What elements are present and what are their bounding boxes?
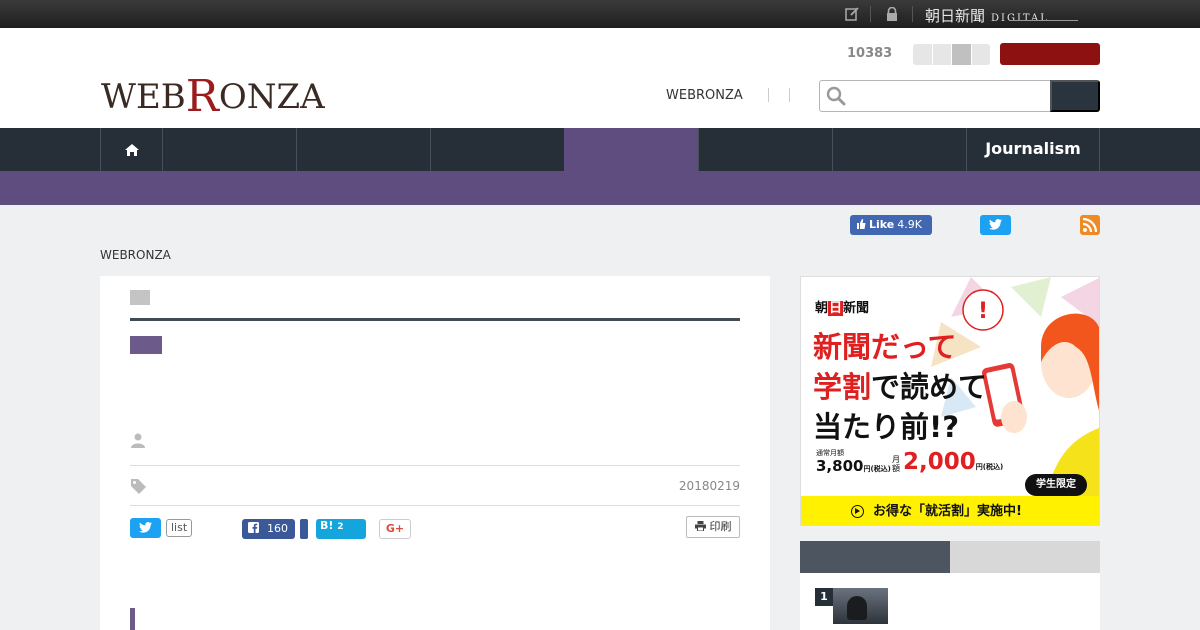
print-button[interactable]: 印刷 bbox=[686, 516, 740, 538]
ad-headline-1: 新聞だって bbox=[813, 330, 957, 364]
svg-text:!: ! bbox=[978, 299, 988, 324]
ad-brand-pre: 朝 bbox=[815, 301, 829, 316]
main-nav: Journalism bbox=[0, 128, 1200, 171]
article-card: 20180219 list 160 B! 2 G+ 印刷 bbox=[100, 276, 770, 630]
asahi-logo-text: 朝日新聞 bbox=[925, 7, 986, 25]
rss-icon bbox=[1082, 217, 1098, 233]
ad-regular-price-value: 3,800 bbox=[816, 457, 864, 475]
nav-tab-3[interactable] bbox=[296, 128, 430, 171]
sub-nav-bar bbox=[0, 171, 1200, 205]
logo-post: ONZA bbox=[218, 77, 325, 117]
title-rule bbox=[130, 318, 740, 321]
counter-value: 10383 bbox=[847, 46, 893, 61]
font-size-xlarge-button[interactable] bbox=[971, 44, 990, 65]
ranking-tab-inactive[interactable] bbox=[950, 541, 1100, 573]
facebook-share-count-bubble bbox=[300, 519, 308, 539]
hatena-icon: B! bbox=[320, 519, 334, 532]
ad-headline-2: 学割で読めて bbox=[813, 364, 987, 406]
search-button[interactable] bbox=[1050, 80, 1100, 112]
font-size-large-button[interactable] bbox=[952, 44, 972, 65]
facebook-icon bbox=[248, 522, 259, 533]
rss-button[interactable] bbox=[1080, 215, 1100, 235]
login-button[interactable] bbox=[1000, 43, 1100, 65]
article-date: 20180219 bbox=[678, 479, 740, 493]
search-icon bbox=[826, 86, 846, 106]
asahi-logo-underline bbox=[1010, 20, 1078, 21]
header-webronza-link[interactable]: WEBRONZA bbox=[666, 88, 743, 103]
ad-student-price-value: 2,000 bbox=[903, 449, 976, 475]
font-size-medium-button[interactable] bbox=[932, 44, 952, 65]
nav-tab-active[interactable] bbox=[564, 128, 698, 171]
nav-home[interactable] bbox=[100, 128, 162, 171]
print-label: 印刷 bbox=[709, 520, 732, 533]
ad-headline-2-red: 学割 bbox=[813, 370, 872, 404]
ad-brand-post: 新聞 bbox=[843, 301, 870, 316]
share-hatena-button[interactable]: B! 2 bbox=[316, 519, 366, 539]
nav-tab-journalism[interactable]: Journalism bbox=[966, 128, 1100, 171]
tag-icon bbox=[130, 478, 147, 495]
breadcrumb[interactable]: WEBRONZA bbox=[100, 248, 171, 262]
twitter-icon bbox=[989, 219, 1002, 230]
share-list-button[interactable]: list bbox=[166, 519, 193, 537]
ad-footer-text: お得な「就活割」実施中! bbox=[873, 504, 1022, 519]
nav-tab-6[interactable] bbox=[698, 128, 832, 171]
nav-tab-2[interactable] bbox=[162, 128, 296, 171]
genre-badge[interactable] bbox=[130, 336, 162, 354]
ranking-tabs bbox=[800, 541, 1100, 573]
ad-banner[interactable]: ! 朝日新聞 新聞だって 学割で読めて 当たり前!? 通常月額 3,800円(税… bbox=[800, 276, 1100, 526]
site-header: WEBRONZA 10383 WEBRONZA bbox=[0, 28, 1200, 128]
ad-student-price-unit: 円(税込) bbox=[975, 463, 1004, 471]
ad-student-badge: 学生限定 bbox=[1025, 474, 1087, 496]
edit-icon[interactable] bbox=[845, 7, 859, 21]
twitter-icon bbox=[139, 522, 152, 533]
facebook-like-count: 4.9K bbox=[897, 218, 922, 231]
thumbs-up-icon bbox=[857, 219, 866, 229]
divider bbox=[130, 465, 740, 466]
ad-brand-sun: 日 bbox=[828, 301, 844, 316]
logo-pre: WEB bbox=[101, 77, 186, 117]
facebook-like-button[interactable]: Like 4.9K bbox=[850, 215, 932, 235]
topbar-divider bbox=[870, 6, 871, 22]
facebook-like-label: Like bbox=[869, 218, 895, 231]
category-label[interactable] bbox=[130, 290, 150, 305]
nav-tab-7[interactable] bbox=[832, 128, 966, 171]
ad-headline-2-rest: で読めて bbox=[871, 370, 988, 404]
ranking-thumbnail bbox=[833, 588, 888, 624]
share-facebook-button[interactable]: 160 bbox=[242, 519, 295, 539]
ad-student-price: 2,000円(税込) bbox=[903, 449, 1003, 475]
ranking-tab-active[interactable] bbox=[800, 541, 950, 573]
ad-monthly-label: 月額 bbox=[892, 455, 900, 473]
share-twitter-button[interactable] bbox=[130, 518, 161, 538]
nav-tab-4[interactable] bbox=[430, 128, 564, 171]
lock-icon[interactable] bbox=[885, 6, 899, 21]
asahi-digital-logo[interactable]: 朝日新聞 DIGITAL bbox=[925, 5, 1049, 26]
person-icon bbox=[130, 432, 146, 448]
header-link-divider bbox=[768, 88, 769, 102]
font-size-switcher bbox=[913, 44, 990, 65]
hatena-count: 2 bbox=[337, 522, 344, 532]
topbar-divider bbox=[912, 6, 913, 22]
font-size-small-button[interactable] bbox=[913, 44, 933, 65]
ranking-number: 1 bbox=[815, 588, 833, 606]
printer-icon bbox=[694, 521, 706, 532]
share-googleplus-button[interactable]: G+ bbox=[379, 519, 411, 539]
ad-regular-price-unit: 円(税込) bbox=[863, 465, 891, 473]
search-input[interactable] bbox=[819, 80, 1051, 112]
ad-headline-3: 当たり前!? bbox=[813, 410, 960, 444]
asahi-top-bar: 朝日新聞 DIGITAL bbox=[0, 0, 1200, 28]
ranking-list: 1 bbox=[800, 573, 1100, 630]
divider bbox=[130, 505, 740, 506]
twitter-follow-button[interactable] bbox=[980, 215, 1011, 235]
section-heading-bar bbox=[130, 608, 135, 630]
asahi-logo-digital: DIGITAL bbox=[991, 13, 1049, 24]
logo-r: R bbox=[185, 71, 219, 122]
home-icon bbox=[124, 144, 139, 156]
ad-regular-price: 3,800円(税込) bbox=[816, 457, 891, 475]
ad-brand: 朝日新聞 bbox=[815, 297, 869, 316]
webronza-logo[interactable]: WEBRONZA bbox=[101, 68, 325, 122]
play-icon bbox=[851, 505, 864, 518]
facebook-share-count: 160 bbox=[267, 522, 288, 535]
header-link-divider bbox=[789, 88, 790, 102]
ad-footer: お得な「就活割」実施中! bbox=[801, 496, 1099, 525]
